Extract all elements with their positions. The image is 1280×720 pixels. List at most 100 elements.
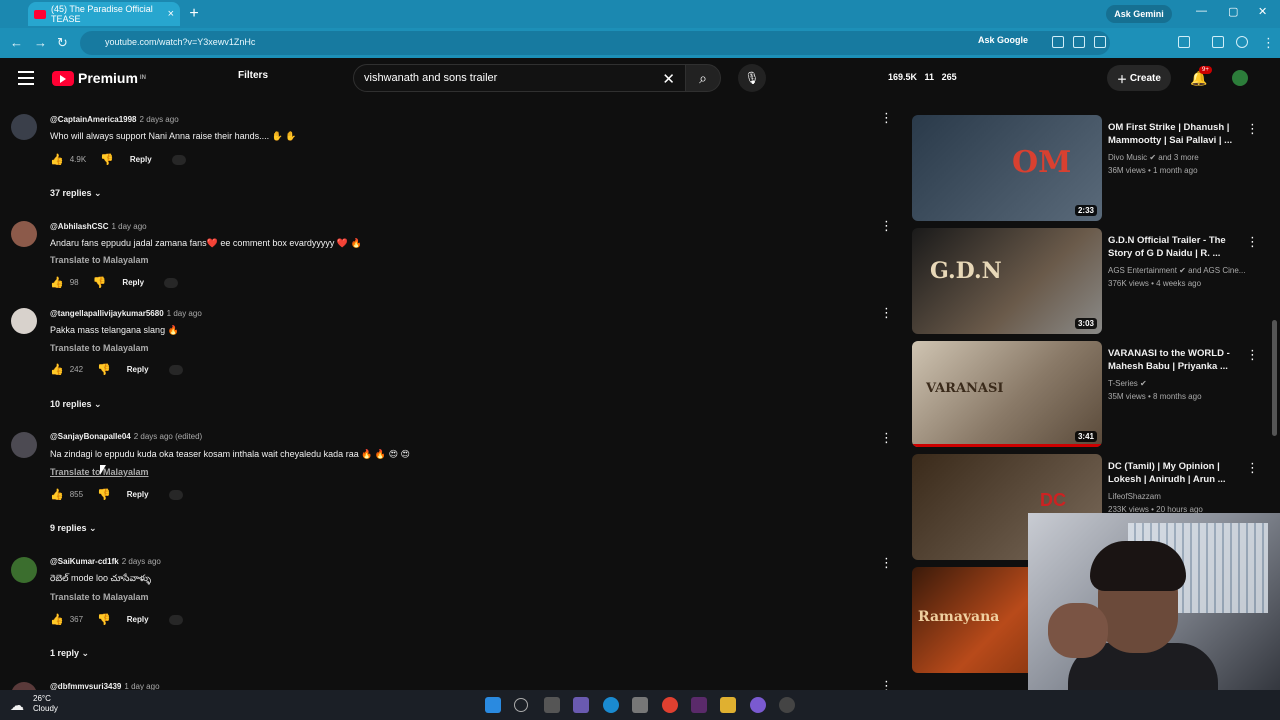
view-replies-button[interactable]: 9 replies ⌄ bbox=[50, 523, 97, 534]
maximize-icon[interactable]: ▢ bbox=[1228, 5, 1238, 18]
reload-icon[interactable]: ↻ bbox=[57, 35, 68, 51]
video-menu-icon[interactable]: ⋮ bbox=[1246, 234, 1259, 250]
store-icon[interactable] bbox=[632, 697, 648, 713]
comment-author[interactable]: @AbhilashCSC 1 day ago bbox=[50, 222, 147, 231]
comment-author[interactable]: @CaptainAmerica1998 2 days ago bbox=[50, 115, 179, 124]
dislike-icon[interactable]: 👎 bbox=[97, 363, 111, 376]
edge-icon[interactable] bbox=[603, 697, 619, 713]
translate-link[interactable]: Translate to Malayalam bbox=[50, 255, 149, 265]
widgets-icon[interactable] bbox=[573, 697, 589, 713]
commenter-avatar[interactable] bbox=[11, 682, 37, 690]
ask-gemini-button[interactable]: Ask Gemini bbox=[1106, 5, 1172, 23]
recommended-video[interactable]: VARANASI 3:41 VARANASI to the WORLD - Ma… bbox=[912, 341, 1259, 451]
comment-author[interactable]: @SanjayBonapalle04 2 days ago (edited) bbox=[50, 432, 202, 441]
discord-icon[interactable] bbox=[750, 697, 766, 713]
comment-menu-icon[interactable]: ⋮ bbox=[880, 218, 893, 234]
minimize-icon[interactable]: — bbox=[1196, 5, 1207, 17]
comment-menu-icon[interactable]: ⋮ bbox=[880, 430, 893, 446]
recommended-video[interactable]: OM 2:33 OM First Strike | Dhanush | Mamm… bbox=[912, 115, 1259, 225]
translate-link[interactable]: Translate to Malayalam bbox=[50, 343, 149, 353]
create-button[interactable]: ＋ Create bbox=[1107, 65, 1171, 91]
close-tab-icon[interactable]: × bbox=[168, 8, 174, 20]
forward-icon[interactable]: → bbox=[34, 35, 47, 50]
channel-name[interactable]: T-Series ✔ bbox=[1108, 379, 1147, 388]
url-field[interactable]: youtube.com/watch?v=Y3xewv1ZnHc bbox=[80, 31, 1110, 55]
zoom-icon[interactable] bbox=[1052, 36, 1064, 48]
close-window-icon[interactable]: ✕ bbox=[1258, 5, 1267, 18]
chrome-icon[interactable] bbox=[662, 697, 678, 713]
reading-list-icon[interactable] bbox=[1212, 36, 1224, 48]
start-icon[interactable] bbox=[485, 697, 501, 713]
browser-menu-icon[interactable]: ⋮ bbox=[1262, 35, 1275, 51]
view-replies-button[interactable]: 1 reply ⌄ bbox=[50, 648, 89, 659]
like-icon[interactable]: 👍 bbox=[50, 613, 64, 626]
view-replies-button[interactable]: 37 replies ⌄ bbox=[50, 188, 102, 199]
video-menu-icon[interactable]: ⋮ bbox=[1246, 460, 1259, 476]
translate-link[interactable]: Translate to Malayalam bbox=[50, 592, 149, 602]
reply-button[interactable]: Reply bbox=[127, 365, 149, 374]
screenshot-icon[interactable] bbox=[1073, 36, 1085, 48]
account-avatar[interactable] bbox=[1232, 70, 1248, 86]
hamburger-menu-icon[interactable] bbox=[18, 71, 34, 89]
app-icon[interactable] bbox=[779, 697, 795, 713]
editor-icon[interactable] bbox=[691, 697, 707, 713]
search-icon[interactable] bbox=[514, 698, 528, 712]
comment-menu-icon[interactable]: ⋮ bbox=[880, 555, 893, 571]
comment-menu-icon[interactable]: ⋮ bbox=[880, 678, 893, 690]
search-input[interactable]: vishwanath and sons trailer ✕ bbox=[353, 64, 686, 92]
dislike-icon[interactable]: 👎 bbox=[93, 276, 107, 289]
video-thumbnail[interactable]: OM 2:33 bbox=[912, 115, 1102, 221]
reply-button[interactable]: Reply bbox=[127, 615, 149, 624]
file-explorer-icon[interactable] bbox=[720, 697, 736, 713]
video-title[interactable]: VARANASI to the WORLD - Mahesh Babu | Pr… bbox=[1108, 347, 1236, 373]
profile-icon[interactable] bbox=[1236, 36, 1248, 48]
bookmark-icon[interactable] bbox=[1094, 36, 1106, 48]
weather-widget[interactable]: 26°C Cloudy bbox=[33, 694, 58, 714]
new-tab-button[interactable]: + bbox=[186, 6, 202, 22]
comment-author[interactable]: @dbfmmvsuri3439 1 day ago bbox=[50, 682, 160, 690]
microphone-icon[interactable]: 🎙 bbox=[738, 64, 766, 92]
video-menu-icon[interactable]: ⋮ bbox=[1246, 347, 1259, 363]
reply-button[interactable]: Reply bbox=[127, 490, 149, 499]
scrollbar[interactable] bbox=[1272, 320, 1277, 436]
dislike-icon[interactable]: 👎 bbox=[97, 488, 111, 501]
clear-search-icon[interactable]: ✕ bbox=[662, 70, 675, 88]
comment-author[interactable]: @tangellapallivijaykumar5680 1 day ago bbox=[50, 309, 202, 318]
youtube-premium-logo[interactable]: Premium IN bbox=[52, 70, 146, 86]
view-replies-button[interactable]: 10 replies ⌄ bbox=[50, 399, 102, 410]
reply-button[interactable]: Reply bbox=[130, 155, 152, 164]
commenter-avatar[interactable] bbox=[11, 557, 37, 583]
recommended-video[interactable]: G.D.N 3:03 G.D.N Official Trailer - The … bbox=[912, 228, 1259, 338]
video-title[interactable]: G.D.N Official Trailer - The Story of G … bbox=[1108, 234, 1236, 260]
comment-menu-icon[interactable]: ⋮ bbox=[880, 305, 893, 321]
weather-icon[interactable]: ☁ bbox=[10, 697, 24, 714]
filters-button[interactable]: Filters bbox=[238, 70, 268, 81]
like-icon[interactable]: 👍 bbox=[50, 363, 64, 376]
back-icon[interactable]: ← bbox=[10, 35, 23, 50]
video-title[interactable]: OM First Strike | Dhanush | Mammootty | … bbox=[1108, 121, 1236, 147]
search-button[interactable]: ⌕ bbox=[685, 64, 721, 92]
comment-author[interactable]: @SaiKumar-cd1fk 2 days ago bbox=[50, 557, 161, 566]
video-thumbnail[interactable]: G.D.N 3:03 bbox=[912, 228, 1102, 334]
dislike-icon[interactable]: 👎 bbox=[100, 153, 114, 166]
ask-google-button[interactable]: Ask Google bbox=[978, 35, 1028, 45]
commenter-avatar[interactable] bbox=[11, 432, 37, 458]
like-icon[interactable]: 👍 bbox=[50, 153, 64, 166]
channel-name[interactable]: Divo Music ✔ and 3 more bbox=[1108, 153, 1199, 162]
video-title[interactable]: DC (Tamil) | My Opinion | Lokesh | Aniru… bbox=[1108, 460, 1236, 486]
channel-name[interactable]: LifeofShazzam bbox=[1108, 492, 1161, 501]
like-icon[interactable]: 👍 bbox=[50, 488, 64, 501]
extensions-icon[interactable] bbox=[1178, 36, 1190, 48]
video-thumbnail[interactable]: VARANASI 3:41 bbox=[912, 341, 1102, 447]
comment-menu-icon[interactable]: ⋮ bbox=[880, 110, 893, 126]
commenter-avatar[interactable] bbox=[11, 221, 37, 247]
commenter-avatar[interactable] bbox=[11, 114, 37, 140]
task-view-icon[interactable] bbox=[544, 697, 560, 713]
browser-tab[interactable]: (45) The Paradise Official TEASE × bbox=[28, 2, 180, 26]
like-icon[interactable]: 👍 bbox=[50, 276, 64, 289]
reply-button[interactable]: Reply bbox=[122, 278, 144, 287]
commenter-avatar[interactable] bbox=[11, 308, 37, 334]
channel-name[interactable]: AGS Entertainment ✔ and AGS Cine... bbox=[1108, 266, 1245, 275]
dislike-icon[interactable]: 👎 bbox=[97, 613, 111, 626]
video-menu-icon[interactable]: ⋮ bbox=[1246, 121, 1259, 137]
